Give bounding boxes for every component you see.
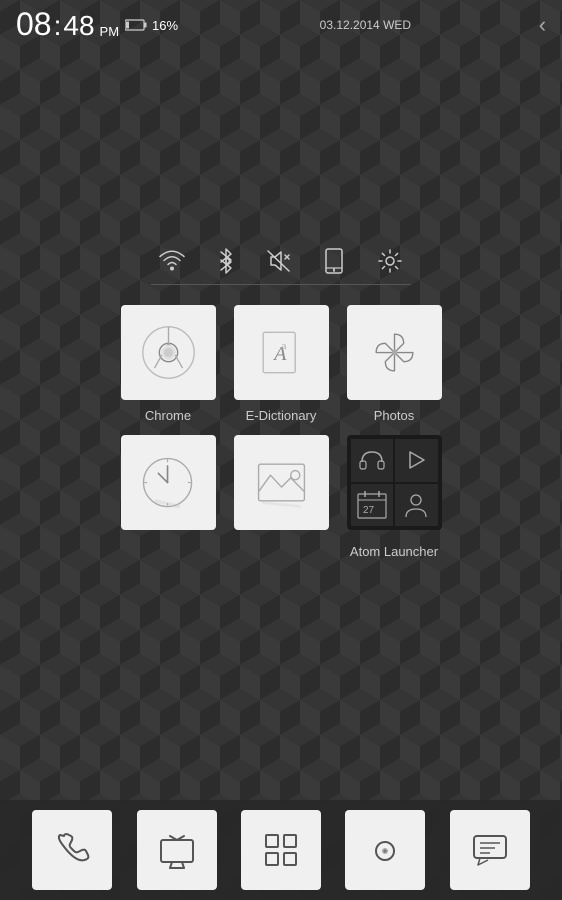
wifi-icon[interactable] <box>159 250 185 272</box>
edictionary-icon-box: A a <box>234 305 329 400</box>
folder-cell-2 <box>395 439 438 482</box>
app-photos[interactable]: Photos <box>347 305 442 423</box>
app-chrome[interactable]: Chrome <box>121 305 216 423</box>
svg-text:a: a <box>281 340 286 352</box>
date-display: 03.12.2014 WED <box>320 18 411 32</box>
atom-launcher-label: Atom Launcher <box>350 544 438 559</box>
photos-icon-box <box>347 305 442 400</box>
app-edictionary[interactable]: A a E-Dictionary <box>234 305 329 423</box>
dock-camera[interactable] <box>345 810 425 890</box>
bluetooth-icon[interactable] <box>217 248 235 274</box>
app-row-2: 27 Atom Launcher <box>0 435 562 559</box>
photos-label: Photos <box>374 408 414 423</box>
time-minutes: 48 <box>63 10 94 42</box>
back-button[interactable]: ‹ <box>539 12 546 38</box>
settings-icon[interactable] <box>377 248 403 274</box>
screen-rotation-icon[interactable] <box>323 248 345 274</box>
bottom-dock <box>0 800 562 900</box>
app-clock[interactable] <box>121 435 216 559</box>
app-gallery[interactable] <box>234 435 329 559</box>
dock-grid[interactable] <box>241 810 321 890</box>
svg-text:27: 27 <box>363 505 375 516</box>
time-display: 08 : 48 PM <box>16 8 119 42</box>
dock-phone[interactable] <box>32 810 112 890</box>
mute-icon[interactable] <box>267 249 291 273</box>
edictionary-label: E-Dictionary <box>246 408 317 423</box>
folder-cell-3: 27 <box>351 484 394 527</box>
folder-icon-box: 27 <box>347 435 442 530</box>
folder-cell-4 <box>395 484 438 527</box>
battery-percentage: 16% <box>152 18 178 33</box>
dock-tv[interactable] <box>137 810 217 890</box>
status-bar: 08 : 48 PM 16% 03.12.2014 WED ‹ <box>0 0 562 50</box>
quick-divider <box>151 284 411 285</box>
quick-settings-bar <box>0 230 562 284</box>
date-text: 03.12.2014 WED <box>320 18 411 32</box>
time-hours: 08 <box>16 8 52 40</box>
folder-cell-1 <box>351 439 394 482</box>
time-colon: : <box>54 10 62 42</box>
chrome-label: Chrome <box>145 408 191 423</box>
dock-chat[interactable] <box>450 810 530 890</box>
atom-launcher-folder[interactable]: 27 Atom Launcher <box>347 435 442 559</box>
time-ampm: PM <box>100 24 120 39</box>
app-row-1: Chrome A a E-Dictionary <box>0 305 562 423</box>
chrome-icon-box <box>121 305 216 400</box>
gallery-icon-box <box>234 435 329 530</box>
battery-icon <box>125 19 147 31</box>
clock-icon-box <box>121 435 216 530</box>
battery-block: 16% <box>125 18 178 33</box>
